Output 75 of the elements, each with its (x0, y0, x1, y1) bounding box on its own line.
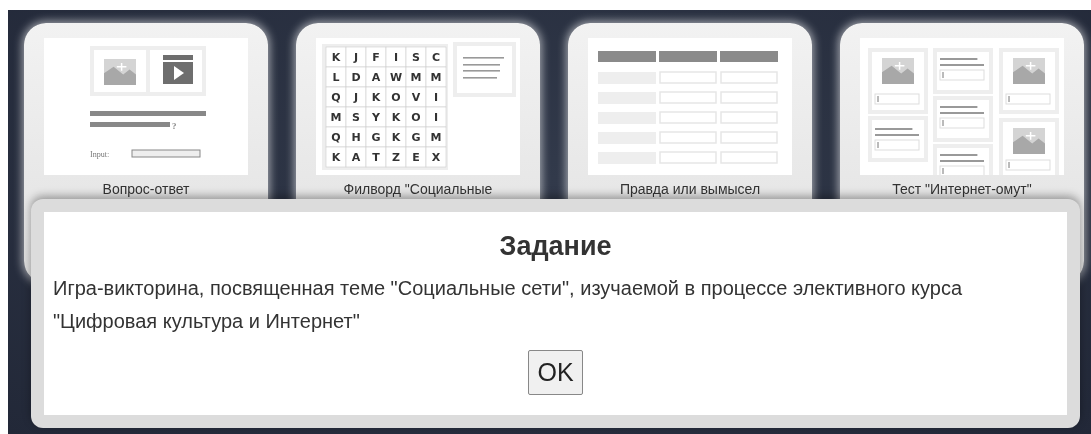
grid-letter: D (351, 71, 361, 84)
table-cell-drawing (720, 111, 778, 124)
grid-letter: G (371, 131, 381, 144)
table-cell-drawing (659, 131, 717, 144)
grid-letter: C (431, 51, 441, 64)
input-label: Input: (90, 150, 110, 159)
word-list-panel (453, 42, 516, 97)
card-title: Вопрос-ответ (101, 181, 191, 197)
grid-letter: S (412, 51, 420, 64)
grid-letter: S (352, 111, 360, 124)
card-title: Тест "Интернет-омут" (891, 181, 1033, 197)
grid-letter: K (391, 111, 401, 124)
grid-letter: Q (331, 131, 341, 144)
grid-letter: M (330, 111, 342, 124)
grid-letter: K (331, 51, 341, 64)
answer-field-drawing (874, 93, 920, 105)
image-icon (882, 58, 914, 84)
text-lines-icon (463, 57, 504, 79)
text-lines-icon (940, 106, 984, 114)
grid-letter: Q (331, 91, 341, 104)
grid-letter: M (430, 71, 442, 84)
grid-letter: A (371, 71, 381, 84)
grid-letter: M (410, 71, 422, 84)
answer-field-drawing (1005, 159, 1051, 171)
grid-letter: T (372, 151, 380, 164)
grid-letter: K (371, 91, 381, 104)
answer-field-drawing (874, 139, 920, 151)
grid-letter: L (332, 71, 340, 84)
table-cell-drawing (659, 151, 717, 164)
grid-letter: M (430, 131, 442, 144)
grid-letter: K (331, 151, 341, 164)
grid-letter: K (391, 131, 401, 144)
grid-letter: V (411, 91, 421, 104)
table-header-bar (598, 51, 656, 62)
clapperboard-icon (163, 55, 193, 84)
answer-field-drawing (939, 117, 985, 129)
ok-button[interactable]: OK (528, 350, 583, 395)
grid-letter: X (431, 151, 441, 164)
image-icon (104, 59, 136, 85)
grid-letter: I (433, 111, 439, 124)
table-cell-drawing (659, 91, 717, 104)
grid-letter: H (351, 131, 361, 144)
table-header-bar (659, 51, 717, 62)
answer-field-drawing (1005, 93, 1051, 105)
grid-letter: O (391, 91, 401, 104)
text-lines-icon (940, 154, 984, 162)
image-icon (1013, 58, 1045, 84)
table-cell-drawing (720, 151, 778, 164)
grid-letter: J (353, 51, 359, 64)
card-title: Правда или вымысел (618, 181, 762, 197)
text-lines-icon (940, 58, 984, 66)
text-lines-icon (875, 128, 919, 136)
grid-letter: F (372, 51, 380, 64)
answer-field-drawing (939, 165, 985, 175)
table-cell-drawing (720, 131, 778, 144)
grid-letter: J (353, 91, 359, 104)
input-field-drawing (131, 149, 201, 158)
grid-letter: O (411, 111, 421, 124)
grid-letter: W (389, 71, 403, 84)
table-cell-drawing (659, 111, 717, 124)
question-mark: ? (172, 121, 177, 131)
grid-letter: Z (392, 151, 400, 164)
image-icon (1013, 128, 1045, 154)
table-cell-drawing (720, 71, 778, 84)
card-title: Филворд "Социальные (342, 181, 494, 197)
answer-field-drawing (939, 69, 985, 81)
grid-letter: A (351, 151, 361, 164)
table-cell-drawing (720, 91, 778, 104)
table-header-bar (720, 51, 778, 62)
grid-letter: I (433, 91, 439, 104)
grid-letter: E (412, 151, 420, 164)
grid-letter: I (393, 51, 399, 64)
grid-letter: G (411, 131, 421, 144)
table-cell-drawing (659, 71, 717, 84)
grid-letter: Y (372, 111, 380, 124)
